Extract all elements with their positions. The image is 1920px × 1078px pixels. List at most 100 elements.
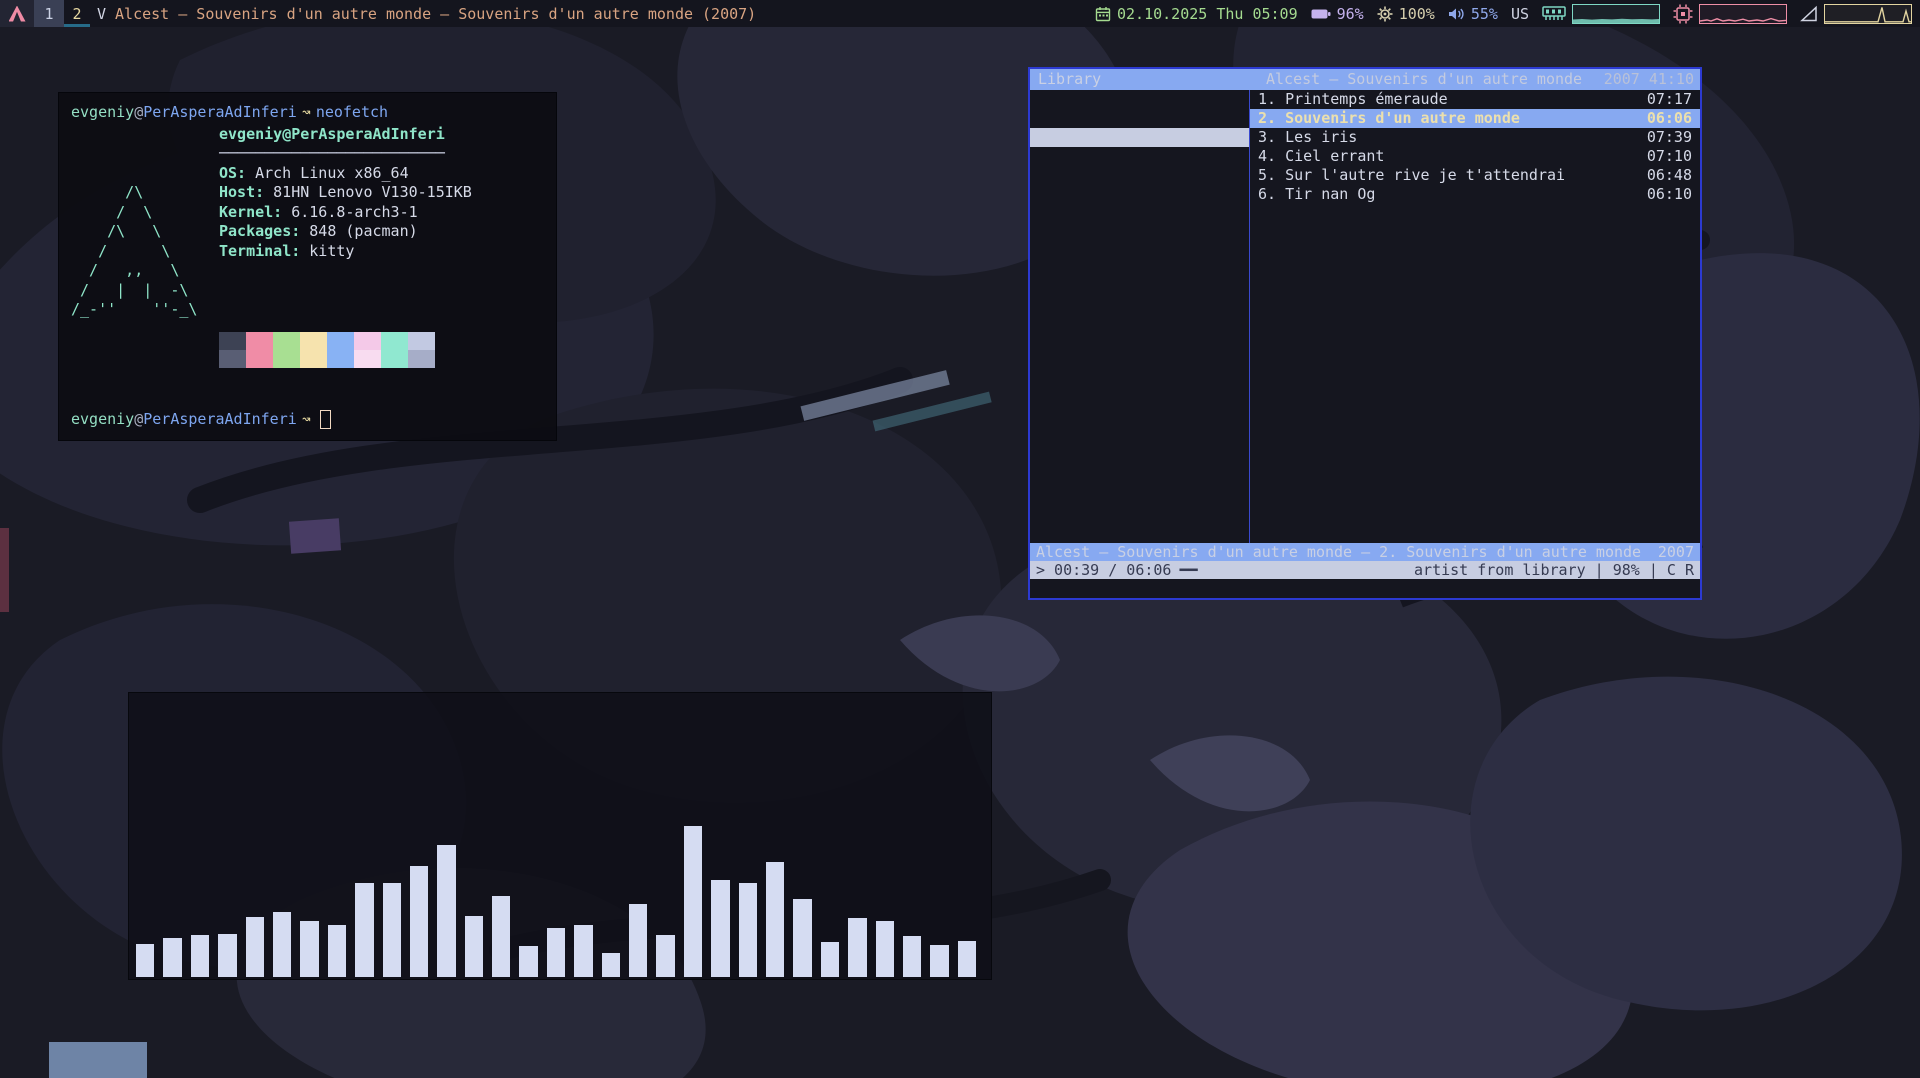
- viz-bar: [190, 935, 210, 977]
- calendar-icon: [1095, 6, 1111, 21]
- viz-bar: [656, 935, 675, 977]
- track-title: Ciel errant: [1285, 147, 1385, 165]
- player-header: Library Alcest – Souvenirs d'un autre mo…: [1030, 69, 1700, 90]
- library-item[interactable]: Autre temps: [1030, 185, 1249, 204]
- workspace-1[interactable]: 1: [34, 0, 64, 27]
- track-row[interactable]: 5. Sur l'autre rive je t'attendrai 06:48: [1250, 166, 1700, 185]
- palette-swatch: [327, 331, 354, 350]
- library-item[interactable]: BBC Live Session: [1030, 223, 1249, 242]
- library-pane[interactable]: Alcest Aux funérailles du m… Souvenirs d…: [1030, 90, 1250, 543]
- visualizer-window: [128, 692, 992, 980]
- neofetch-info-line: Terminal: kitty: [219, 241, 355, 260]
- terminal-window[interactable]: evgeniy@PerAsperaAdInferi ↝ neofetch /\ / …: [58, 92, 557, 441]
- track-row[interactable]: 1. Printemps émeraude 07:17: [1250, 90, 1700, 109]
- viz-bar: [245, 917, 264, 977]
- typed-command: neofetch: [315, 103, 389, 121]
- neofetch-info-line: Packages: 848 (pacman): [219, 222, 418, 240]
- volume-widget[interactable]: 55%: [1448, 5, 1498, 23]
- palette-swatch: [408, 331, 435, 350]
- track-row[interactable]: 2. Souvenirs d'un autre monde 06:06: [1250, 109, 1700, 128]
- viz-bar: [546, 928, 566, 977]
- cpu-widget[interactable]: [1673, 3, 1787, 24]
- palette-swatch: [327, 349, 354, 368]
- brightness-widget[interactable]: 100%: [1377, 5, 1435, 23]
- prompt-at: @: [134, 103, 144, 121]
- focused-window-title: Alcest – Souvenirs d'un autre monde – So…: [115, 4, 757, 23]
- library-item[interactable]: Angmar: [1030, 375, 1249, 394]
- library-item[interactable]: Les Discrets: [1030, 394, 1249, 413]
- viz-bar: [437, 845, 456, 977]
- player-header-album: Alcest – Souvenirs d'un autre monde: [1266, 70, 1583, 88]
- viz-bar: [765, 862, 785, 977]
- player-mode-flags: artist from library | 98% | C R: [1414, 560, 1694, 579]
- library-item[interactable]: Le Secret: [1030, 204, 1249, 223]
- viz-bar: [355, 883, 374, 977]
- palette-swatch: [408, 349, 435, 368]
- library-item[interactable]: Écailles de lune: [1030, 166, 1249, 185]
- viz-bar: [848, 918, 867, 977]
- neofetch-info: evgeniy@PerAsperaAdInferi ──────────────…: [219, 125, 472, 320]
- track-title: Tir nan Og: [1285, 185, 1376, 203]
- library-item[interactable]: Kodama: [1030, 299, 1249, 318]
- library-item[interactable]: Opale: [1030, 261, 1249, 280]
- neofetch-info-line: Host: 81HN Lenovo V130-15IKB: [219, 183, 472, 201]
- prompt-arrow-icon: ↝: [301, 103, 311, 121]
- track-title: Les iris: [1285, 128, 1358, 146]
- terminal-input-line[interactable]: evgeniy @ PerAsperaAdInferi ↝: [71, 410, 544, 430]
- cpu-icon: [1673, 4, 1693, 23]
- neofetch-info-line: Kernel: 6.16.8-arch3-1: [219, 202, 418, 221]
- viz-bar: [272, 912, 292, 977]
- library-item[interactable]: Aux funérailles du m…: [1030, 109, 1249, 128]
- track-duration: 06:10: [1646, 185, 1692, 203]
- track-duration: 07:39: [1646, 128, 1692, 146]
- focused-window-title-area: V Alcest – Souvenirs d'un autre monde – …: [97, 0, 756, 27]
- network-widget[interactable]: [1800, 3, 1912, 24]
- tracklist-pane[interactable]: 1. Printemps émeraude 07:17 2. Souvenirs …: [1250, 90, 1700, 543]
- library-item[interactable]: Les voyages de l'âme: [1030, 242, 1249, 261]
- memory-widget[interactable]: [1542, 3, 1660, 24]
- now-playing-text: Alcest – Souvenirs d'un autre monde – 2.…: [1036, 543, 1642, 561]
- library-item[interactable]: Les chants de l'auro…: [1030, 356, 1249, 375]
- speaker-icon: [1448, 8, 1464, 19]
- terminal-prompt-line: evgeniy@PerAsperaAdInferi ↝ neofetch: [71, 103, 544, 123]
- track-row[interactable]: 4. Ciel errant 07:10: [1250, 147, 1700, 166]
- viz-bar: [409, 866, 429, 977]
- palette-swatch: [354, 331, 381, 350]
- track-duration: 07:17: [1646, 90, 1692, 108]
- keyboard-layout-widget[interactable]: US: [1511, 5, 1529, 23]
- music-player-window: Library Alcest – Souvenirs d'un autre mo…: [1028, 67, 1702, 600]
- progress-indicator[interactable]: ━━: [1179, 561, 1197, 580]
- prompt-host: PerAsperaAdInferi: [143, 103, 297, 121]
- visualizer-bars: [136, 826, 984, 977]
- track-row[interactable]: 6. Tir nan Og 06:10: [1250, 185, 1700, 204]
- viz-bar: [382, 883, 401, 977]
- viz-bar: [327, 925, 347, 977]
- clock-widget[interactable]: 02.10.2025 Thu 05:09: [1095, 5, 1298, 23]
- battery-widget[interactable]: 96%: [1311, 5, 1364, 23]
- now-playing-year: 2007: [1657, 543, 1694, 561]
- track-number: 1.: [1258, 90, 1286, 108]
- player-footer: Alcest – Souvenirs d'un autre monde – 2.…: [1030, 543, 1700, 579]
- library-item[interactable]: Spiritual Instinct: [1030, 337, 1249, 356]
- track-row[interactable]: 3. Les iris 07:39: [1250, 128, 1700, 147]
- viz-bar: [163, 938, 182, 977]
- track-number: 5.: [1258, 166, 1286, 184]
- library-item[interactable]: Les Discrets / Alcest: [1030, 147, 1249, 166]
- gear-icon: [1377, 6, 1393, 21]
- track-number: 4.: [1258, 147, 1286, 165]
- network-graph: [1824, 3, 1912, 24]
- library-item[interactable]: Alcest: [1030, 90, 1249, 109]
- player-body: Alcest Aux funérailles du m… Souvenirs d…: [1030, 90, 1700, 543]
- workspace-2[interactable]: 2: [64, 0, 90, 27]
- track-number: 6.: [1258, 185, 1286, 203]
- library-item[interactable]: Shelter: [1030, 280, 1249, 299]
- playback-time: > 00:39 / 06:06: [1036, 560, 1172, 579]
- workspace-2-underline: [64, 24, 90, 27]
- library-item[interactable]: Souvenirs d'un autre…: [1030, 128, 1249, 147]
- tab-library[interactable]: Library: [1030, 70, 1101, 89]
- palette-swatch: [219, 331, 246, 350]
- library-item[interactable]: Protection EP – Excl…: [1030, 318, 1249, 337]
- viz-bar: [820, 942, 840, 977]
- palette-swatch: [300, 331, 327, 350]
- viz-bar: [793, 899, 812, 977]
